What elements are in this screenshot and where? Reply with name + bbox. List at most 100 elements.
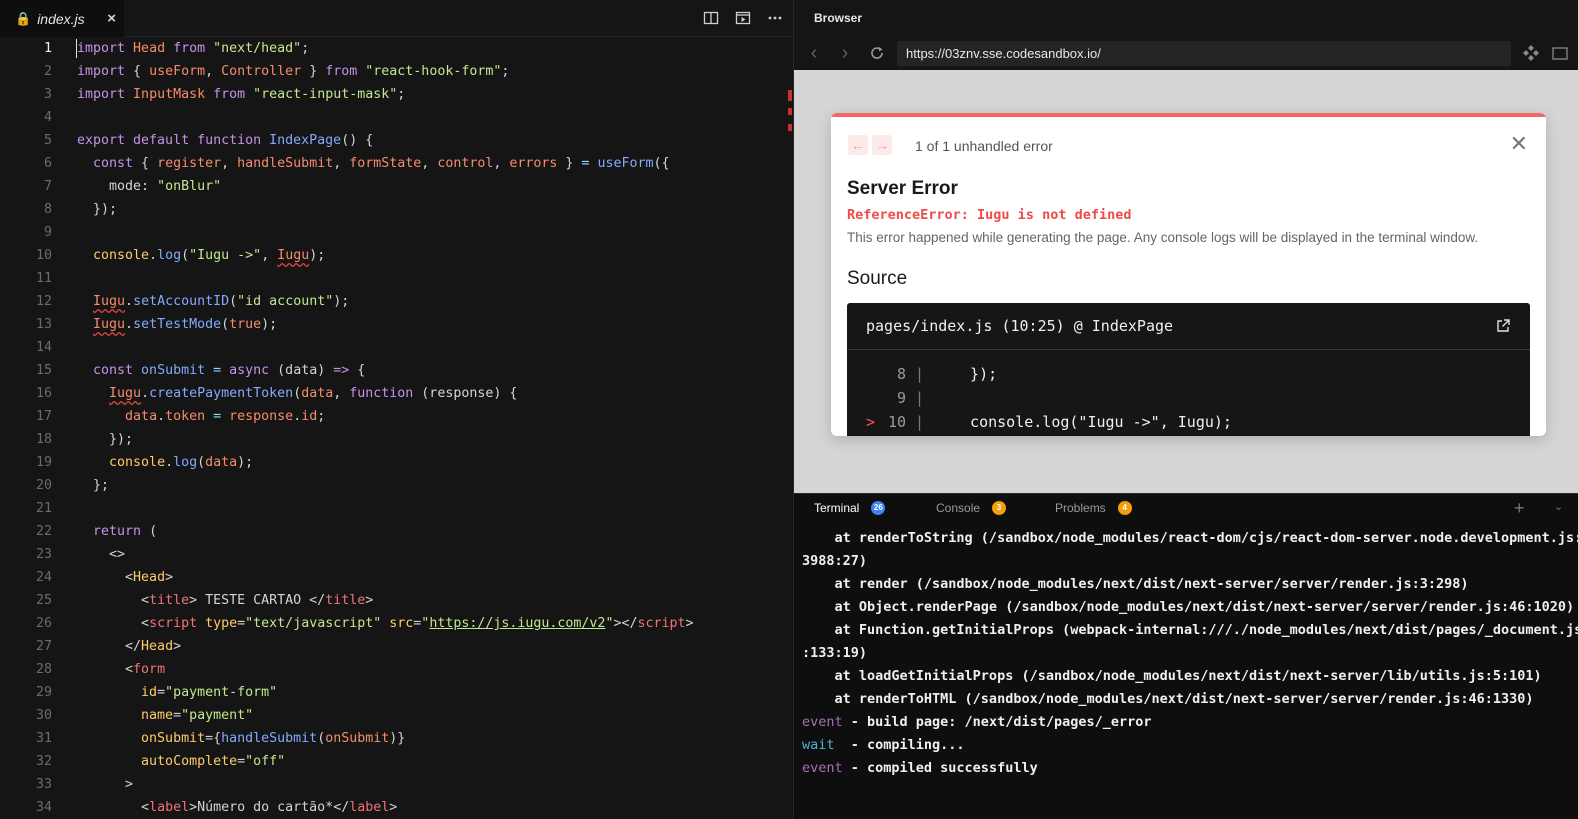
code-token: import [77, 64, 126, 79]
code-line[interactable]: 8 }); [0, 198, 794, 221]
code-line[interactable]: 4 [0, 106, 794, 129]
close-icon[interactable]: ✕ [1510, 133, 1528, 155]
code-token: ( [197, 455, 206, 470]
more-options-icon[interactable] [767, 10, 783, 26]
tab-terminal[interactable]: Terminal 26 [814, 501, 886, 515]
open-in-editor-icon[interactable] [1495, 318, 1511, 334]
add-terminal-icon[interactable]: + [1514, 498, 1525, 519]
log-level-prefix: wait [802, 737, 835, 753]
code-line[interactable]: 2 import { useForm, Controller } from "re… [0, 60, 794, 83]
editor-tab-bar: 🔒 index.js × [0, 0, 794, 37]
code-token: = [173, 708, 182, 723]
code-line[interactable]: 15 const onSubmit = async (data) => { [0, 359, 794, 382]
code-line[interactable]: 5 export default function IndexPage() { [0, 129, 794, 152]
code-token: control [437, 156, 494, 171]
tab-problems[interactable]: Problems 4 [1055, 501, 1132, 515]
code-token: data [125, 409, 158, 424]
code-line[interactable]: 24 <Head> [0, 566, 794, 589]
code-line[interactable]: 11 [0, 267, 794, 290]
code-token: }); [77, 202, 118, 217]
error-line-marker: > [866, 413, 876, 431]
code-token: )} [389, 731, 406, 746]
source-file-location[interactable]: pages/index.js (10:25) @ IndexPage [866, 317, 1173, 335]
line-number: 16 [35, 386, 52, 401]
open-new-window-icon[interactable] [1552, 46, 1570, 60]
split-editor-icon[interactable] [703, 10, 719, 26]
code-line[interactable]: 27 </Head> [0, 635, 794, 658]
code-token: > [77, 777, 134, 792]
code-line[interactable]: 10 console.log("Iugu ->", Iugu); [0, 244, 794, 267]
problems-count-badge: 4 [1117, 501, 1132, 515]
code-text: data.token = response.id; [77, 405, 325, 428]
previous-error-button[interactable]: ← [848, 135, 868, 155]
code-token: , [421, 156, 438, 171]
code-line[interactable]: 20 }; [0, 474, 794, 497]
code-line[interactable]: 26 <script type="text/javascript" src="h… [0, 612, 794, 635]
terminal-panel: Terminal 26 Console 3 Problems 4 + ⌄ at … [794, 493, 1578, 819]
gutter-separator: | [915, 389, 925, 407]
back-arrow-icon[interactable]: ‹ [804, 42, 824, 64]
tab-console[interactable]: Console 3 [936, 501, 1007, 515]
code-token: } [557, 156, 582, 171]
preview-icon[interactable] [735, 10, 751, 26]
code-line[interactable]: 29 id="payment-form" [0, 681, 794, 704]
code-token: Head [133, 570, 166, 585]
code-line[interactable]: 16 Iugu.createPaymentToken(data, functio… [0, 382, 794, 405]
code-line[interactable]: 34 <label>Número do cartão*</label> [0, 796, 794, 819]
forward-arrow-icon[interactable]: › [835, 42, 855, 64]
terminal-line-text: at Object.renderPage (/sandbox/node_modu… [802, 599, 1575, 615]
code-text: > [77, 773, 133, 796]
line-number: 34 [35, 800, 52, 815]
source-line-number: 9 [896, 389, 906, 407]
code-line[interactable]: 19 console.log(data); [0, 451, 794, 474]
code-line[interactable]: 7 mode: "onBlur" [0, 175, 794, 198]
devtools-icon[interactable] [1522, 44, 1540, 62]
code-token: , [221, 156, 238, 171]
code-line[interactable]: 14 [0, 336, 794, 359]
code-line[interactable]: 32 autoComplete="off" [0, 750, 794, 773]
code-line[interactable]: 21 [0, 497, 794, 520]
code-area[interactable]: 1 import Head from "next/head"; 2 import { … [0, 37, 794, 819]
refresh-icon[interactable] [867, 42, 887, 64]
code-token: . [165, 455, 174, 470]
chevron-down-icon[interactable]: ⌄ [1554, 500, 1563, 513]
next-error-button[interactable]: → [872, 135, 892, 155]
code-line[interactable]: 31 onSubmit={handleSubmit(onSubmit)} [0, 727, 794, 750]
code-line[interactable]: 18 }); [0, 428, 794, 451]
code-line[interactable]: 33 > [0, 773, 794, 796]
code-line[interactable]: 3 import InputMask from "react-input-mask… [0, 83, 794, 106]
code-token: }; [77, 478, 110, 493]
code-line[interactable]: 1 import Head from "next/head"; [0, 37, 794, 60]
code-token: , [493, 156, 510, 171]
code-line[interactable]: 22 return ( [0, 520, 794, 543]
code-token: return [93, 524, 142, 539]
code-token: > [685, 616, 694, 631]
code-line[interactable]: 12 Iugu.setAccountID("id account"); [0, 290, 794, 313]
code-line[interactable]: 25 <title> TESTE CARTAO </title> [0, 589, 794, 612]
code-token: < [77, 800, 150, 815]
terminal-output[interactable]: at renderToString (/sandbox/node_modules… [802, 527, 1578, 780]
code-token: <> [77, 547, 126, 562]
close-tab-icon[interactable]: × [107, 10, 116, 27]
code-text: Iugu.setAccountID("id account"); [77, 290, 349, 313]
code-line[interactable]: 30 name="payment" [0, 704, 794, 727]
code-line[interactable]: 6 const { register, handleSubmit, formSt… [0, 152, 794, 175]
code-token: log [157, 248, 182, 263]
file-tab-index-js[interactable]: 🔒 index.js × [0, 0, 124, 37]
url-bar[interactable]: https://03znv.sse.codesandbox.io/ [897, 41, 1511, 66]
code-line[interactable]: 17 data.token = response.id; [0, 405, 794, 428]
code-line[interactable]: 13 Iugu.setTestMode(true); [0, 313, 794, 336]
code-text: name="payment" [77, 704, 253, 727]
code-token: data [301, 386, 334, 401]
browser-title: Browser [814, 11, 863, 25]
terminal-line-text: at render (/sandbox/node_modules/next/di… [802, 576, 1469, 592]
code-token: > [173, 639, 182, 654]
code-text: <script type="text/javascript" src="http… [77, 612, 694, 635]
code-line[interactable]: 9 [0, 221, 794, 244]
file-tab-label: index.js [37, 10, 85, 27]
code-token: } [301, 64, 326, 79]
code-line[interactable]: 23 <> [0, 543, 794, 566]
code-line[interactable]: 28 <form [0, 658, 794, 681]
